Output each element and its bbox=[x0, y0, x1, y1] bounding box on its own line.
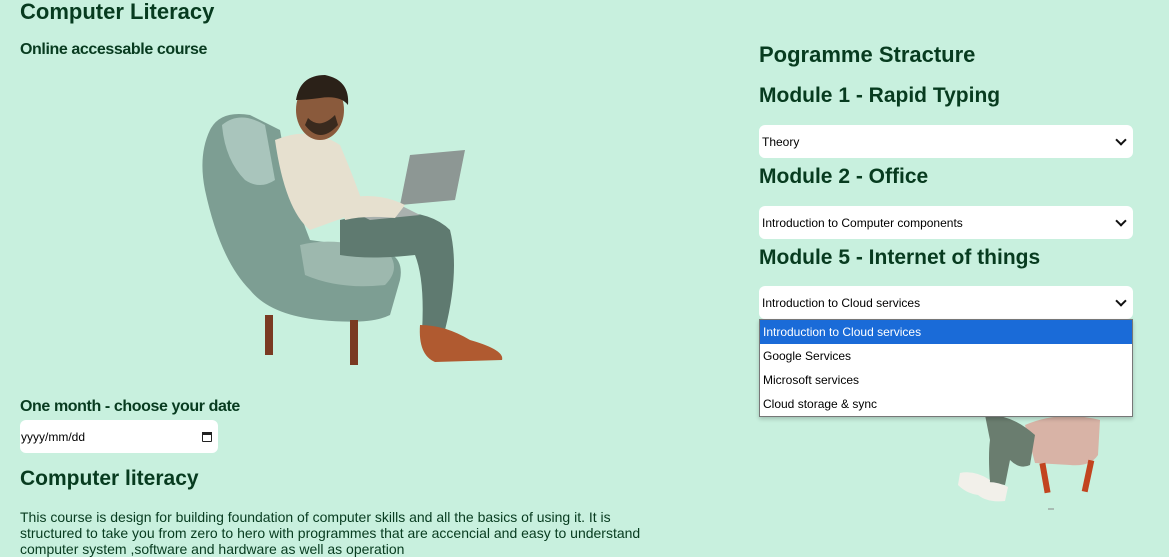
dropdown-option[interactable]: Introduction to Cloud services bbox=[760, 320, 1132, 344]
dropdown-option[interactable]: Cloud storage & sync bbox=[760, 392, 1132, 416]
chevron-down-icon bbox=[1115, 294, 1127, 307]
module-5-selected: Introduction to Cloud services bbox=[762, 295, 921, 310]
page-title: Computer Literacy bbox=[20, 0, 215, 24]
date-placeholder: yyyy/mm/dd bbox=[21, 429, 86, 444]
module-5-select[interactable]: Introduction to Cloud services bbox=[759, 286, 1133, 319]
module-2-heading: Module 2 - Office bbox=[759, 165, 929, 188]
date-input[interactable]: yyyy/mm/dd bbox=[20, 420, 218, 453]
programme-title: Pogramme Stracture bbox=[759, 42, 976, 67]
about-text: This course is design for building found… bbox=[20, 509, 641, 557]
man-with-laptop-illustration bbox=[202, 75, 503, 365]
module-1-selected: Theory bbox=[762, 134, 800, 149]
module-5-heading: Module 5 - Internet of things bbox=[759, 246, 1041, 269]
dropdown-option[interactable]: Microsoft services bbox=[760, 368, 1132, 392]
about-heading: Computer literacy bbox=[20, 467, 199, 490]
module-2-select[interactable]: Introduction to Computer components bbox=[759, 206, 1133, 239]
dropdown-option[interactable]: Google Services bbox=[760, 344, 1132, 368]
module-5-dropdown-list[interactable]: Introduction to Cloud services Google Se… bbox=[759, 319, 1133, 417]
calendar-icon[interactable] bbox=[202, 431, 212, 442]
course-subtitle: Online accessable course bbox=[20, 41, 207, 58]
person-in-chair-illustration bbox=[958, 414, 1100, 510]
module-2-selected: Introduction to Computer components bbox=[762, 215, 963, 230]
chevron-down-icon bbox=[1115, 214, 1127, 227]
module-1-heading: Module 1 - Rapid Typing bbox=[759, 84, 1001, 107]
date-label: One month - choose your date bbox=[20, 398, 240, 415]
chevron-down-icon bbox=[1115, 133, 1127, 146]
module-1-select[interactable]: Theory bbox=[759, 125, 1133, 158]
